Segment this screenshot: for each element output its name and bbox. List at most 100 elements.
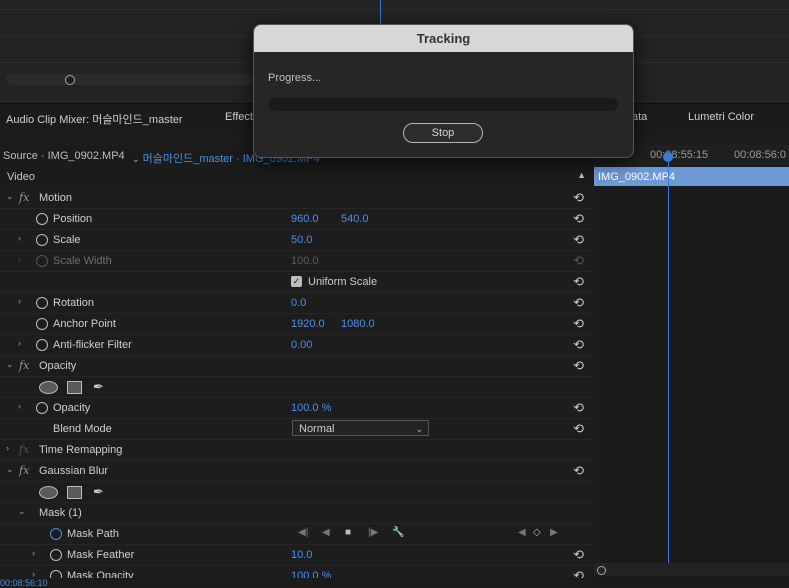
tab-metadata[interactable]: ata: [632, 111, 647, 123]
stopwatch-icon[interactable]: [36, 339, 48, 351]
effect-row-motion[interactable]: ⌄ fx Motion ⟲: [0, 188, 592, 209]
param-row-anchor-point: Anchor Point 1920.0 1080.0 ⟲: [0, 314, 592, 335]
reset-icon[interactable]: ⟲: [573, 421, 584, 437]
stop-track-icon[interactable]: ■: [345, 527, 351, 538]
expand-caret-icon[interactable]: ›: [18, 401, 21, 411]
reset-icon[interactable]: ⟲: [573, 211, 584, 227]
wrench-icon[interactable]: 🔧: [392, 527, 404, 538]
reset-icon[interactable]: ⟲: [573, 337, 584, 353]
param-label: Anchor Point: [53, 318, 116, 330]
reset-icon[interactable]: ⟲: [573, 358, 584, 374]
expand-caret-icon[interactable]: ›: [32, 548, 35, 558]
track-backward-one-icon[interactable]: ◀|: [298, 527, 308, 538]
ellipse-mask-icon[interactable]: [39, 381, 58, 394]
param-row-rotation: › Rotation 0.0 ⟲: [0, 293, 592, 314]
stopwatch-icon[interactable]: [36, 318, 48, 330]
stopwatch-icon[interactable]: [36, 234, 48, 246]
fx-icon[interactable]: fx: [19, 464, 29, 477]
expand-caret-icon: ›: [18, 254, 21, 264]
expand-caret-icon[interactable]: ›: [18, 338, 21, 348]
mask-label: Mask (1): [39, 507, 82, 519]
mask-row[interactable]: ⌄ Mask (1): [0, 503, 592, 524]
prev-keyframe-icon[interactable]: ◀: [518, 527, 526, 538]
ellipse-mask-icon[interactable]: [39, 486, 58, 499]
fx-icon[interactable]: fx: [19, 359, 29, 372]
rectangle-mask-icon[interactable]: [67, 486, 82, 499]
add-keyframe-icon[interactable]: ◇: [533, 527, 541, 538]
rectangle-mask-icon[interactable]: [67, 381, 82, 394]
mask-tools-row: ✒: [0, 482, 592, 503]
effect-row-gaussian-blur[interactable]: ⌄ fx Gaussian Blur ⟲: [0, 461, 592, 482]
timeline-zoom-scrollbar[interactable]: [594, 563, 789, 576]
position-y-value[interactable]: 540.0: [341, 213, 369, 225]
reset-icon[interactable]: ⟲: [573, 274, 584, 290]
stopwatch-icon[interactable]: [50, 549, 62, 561]
source-clip-label[interactable]: Source · IMG_0902.MP4: [3, 150, 125, 162]
tab-audio-clip-mixer[interactable]: Audio Clip Mixer: 머슬마인드_master: [6, 111, 183, 127]
tracking-dialog: Tracking Progress... Stop: [253, 24, 634, 158]
tab-lumetri-color[interactable]: Lumetri Color: [688, 111, 754, 123]
reset-icon[interactable]: ⟲: [573, 295, 584, 311]
mask-feather-value[interactable]: 10.0: [291, 549, 312, 561]
stopwatch-icon[interactable]: [36, 297, 48, 309]
param-row-mask-feather: › Mask Feather 10.0 ⟲: [0, 545, 592, 566]
expand-caret-icon[interactable]: ⌄: [6, 464, 14, 475]
reset-icon[interactable]: ⟲: [573, 190, 584, 206]
expand-caret-icon[interactable]: ›: [18, 296, 21, 306]
expand-caret-icon[interactable]: ⌄: [6, 191, 14, 202]
param-row-uniform-scale: ✓ Uniform Scale ⟲: [0, 272, 592, 293]
anchor-x-value[interactable]: 1920.0: [291, 318, 325, 330]
expand-caret-icon[interactable]: ›: [6, 443, 9, 453]
pen-mask-icon[interactable]: ✒: [93, 484, 104, 500]
fx-icon[interactable]: fx: [19, 191, 29, 204]
reset-icon[interactable]: ⟲: [573, 316, 584, 332]
effect-label: Motion: [39, 192, 73, 204]
expand-caret-icon[interactable]: ⌄: [6, 359, 14, 370]
param-row-opacity: › Opacity 100.0 % ⟲: [0, 398, 592, 419]
track-forward-icon[interactable]: |▶: [368, 527, 378, 538]
reset-icon[interactable]: ⟲: [573, 232, 584, 248]
zoom-scrollbar[interactable]: [6, 74, 254, 85]
effect-controls-timeline[interactable]: [594, 145, 789, 586]
blend-mode-dropdown[interactable]: Normal ⌄: [292, 420, 429, 436]
effect-label: Time Remapping: [39, 444, 123, 456]
collapse-up-icon[interactable]: ▲: [577, 170, 586, 180]
next-keyframe-icon[interactable]: ▶: [550, 527, 558, 538]
effect-label: Gaussian Blur: [39, 465, 109, 477]
param-label: Scale: [53, 234, 81, 246]
reset-icon[interactable]: ⟲: [573, 400, 584, 416]
divider: [0, 9, 789, 10]
chevron-down-icon: ⌄: [415, 424, 423, 434]
current-timecode[interactable]: 00:08:56:10: [0, 578, 48, 588]
stopwatch-icon[interactable]: [50, 528, 62, 540]
scale-value[interactable]: 50.0: [291, 234, 312, 246]
anti-flicker-value[interactable]: 0.00: [291, 339, 312, 351]
playhead-handle[interactable]: [663, 152, 673, 162]
tab-effect-controls[interactable]: Effect: [225, 111, 253, 123]
effect-label: Opacity: [39, 360, 77, 372]
opacity-value[interactable]: 100.0 %: [291, 402, 331, 414]
param-label: Scale Width: [53, 255, 112, 267]
effect-row-time-remapping[interactable]: › fx Time Remapping: [0, 440, 592, 461]
stopwatch-icon[interactable]: [36, 402, 48, 414]
expand-caret-icon[interactable]: ⌄: [18, 506, 26, 517]
param-label: Position: [53, 213, 93, 225]
timeline-scroll-handle[interactable]: [597, 566, 606, 575]
stopwatch-icon[interactable]: [36, 213, 48, 225]
zoom-scroll-handle[interactable]: [65, 75, 75, 85]
timeline-clip-label: IMG_0902.MP4: [598, 171, 676, 183]
progress-label: Progress...: [268, 72, 322, 84]
expand-caret-icon[interactable]: ›: [18, 233, 21, 243]
param-label: Mask Feather: [67, 549, 135, 561]
rotation-value[interactable]: 0.0: [291, 297, 306, 309]
effect-row-opacity[interactable]: ⌄ fx Opacity ⟲: [0, 356, 592, 377]
track-backward-icon[interactable]: ◀: [322, 527, 330, 538]
pen-mask-icon[interactable]: ✒: [93, 379, 104, 395]
anchor-y-value[interactable]: 1080.0: [341, 318, 375, 330]
position-x-value[interactable]: 960.0: [291, 213, 319, 225]
reset-icon[interactable]: ⟲: [573, 547, 584, 563]
uniform-scale-checkbox[interactable]: ✓: [291, 276, 302, 287]
param-label: Opacity: [53, 402, 91, 414]
stop-button[interactable]: Stop: [403, 123, 483, 143]
reset-icon[interactable]: ⟲: [573, 463, 584, 479]
